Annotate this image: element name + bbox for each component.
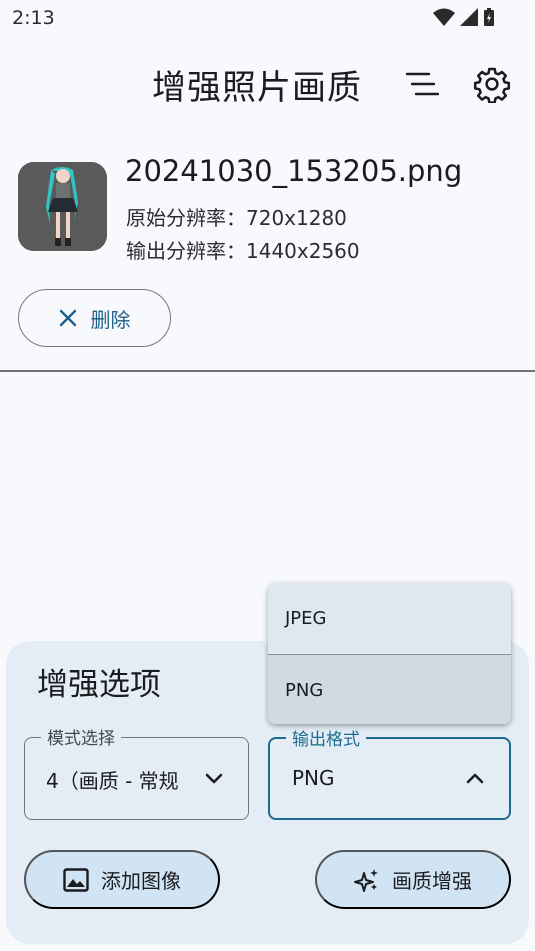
original-resolution: 原始分辨率：720x1280	[126, 206, 347, 230]
format-select[interactable]: 输出格式 PNG	[268, 725, 511, 820]
output-resolution: 输出分辨率：1440x2560	[126, 239, 360, 263]
file-card: 20241030_153205.png 原始分辨率：720x1280 输出分辨率…	[0, 150, 535, 270]
sparkle-icon	[354, 868, 378, 892]
delete-button-label: 删除	[90, 309, 131, 332]
signal-icon	[460, 8, 478, 26]
add-image-label: 添加图像	[101, 871, 181, 893]
panel-title: 增强选项	[37, 667, 161, 703]
dropdown-option-png[interactable]: PNG	[268, 654, 511, 724]
mode-select-label: 模式选择	[41, 724, 121, 749]
battery-icon	[484, 8, 494, 26]
app-bar: 增强照片画质	[0, 50, 535, 116]
dropdown-option-jpeg[interactable]: JPEG	[268, 583, 511, 654]
chevron-up-icon	[466, 773, 484, 784]
gear-icon	[473, 67, 511, 103]
status-icons	[433, 7, 495, 27]
enhance-label: 画质增强	[392, 871, 472, 893]
close-icon	[59, 309, 76, 327]
file-name: 20241030_153205.png	[125, 154, 463, 188]
enhance-button[interactable]: 画质增强	[315, 850, 511, 909]
character-figure-image	[18, 162, 107, 251]
sort-button[interactable]	[400, 64, 444, 104]
format-dropdown-menu: JPEG PNG	[268, 583, 511, 724]
settings-button[interactable]	[470, 62, 514, 106]
page-title: 增强照片画质	[152, 68, 362, 108]
status-bar: 2:13	[0, 0, 535, 36]
image-thumbnail[interactable]	[18, 162, 107, 251]
divider	[0, 370, 535, 372]
image-icon	[63, 867, 89, 892]
mode-select[interactable]: 模式选择 4（画质 - 常规	[24, 724, 249, 820]
status-time: 2:13	[12, 7, 55, 29]
sort-lines-icon	[405, 72, 439, 96]
format-select-label: 输出格式	[286, 725, 366, 750]
chevron-down-icon	[205, 773, 223, 784]
mode-select-value: 4（画质 - 常规	[46, 769, 179, 793]
format-select-value: PNG	[292, 766, 335, 790]
wifi-icon	[433, 8, 455, 26]
add-image-button[interactable]: 添加图像	[24, 850, 220, 909]
delete-button[interactable]: 删除	[18, 289, 171, 347]
